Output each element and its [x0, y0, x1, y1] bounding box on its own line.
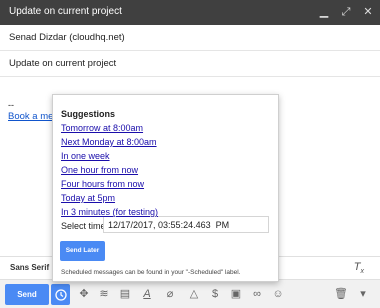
signature-separator: --	[8, 100, 14, 110]
recipients-field[interactable]: Senad Dizdar (cloudhq.net)	[0, 25, 380, 51]
suggestions-heading: Suggestions	[61, 109, 116, 119]
suggestion-link[interactable]: In one week	[61, 151, 110, 161]
compose-toolbar: Send ✥ ≋ ▤ A ⌀ △ $ ▣ ∞ ☺ 🗑 ▾	[0, 279, 380, 308]
schedule-popup: Suggestions Tomorrow at 8:00am Next Mond…	[52, 94, 279, 282]
minimize-icon[interactable]: ▁	[318, 5, 330, 19]
suggestion-link[interactable]: Today at 5pm	[61, 193, 115, 203]
attach-icon[interactable]: ⌀	[163, 287, 177, 301]
window-title: Update on current project	[9, 6, 122, 17]
recipient-chip[interactable]: Senad Dizdar (cloudhq.net)	[9, 32, 125, 43]
font-select[interactable]: Sans Serif	[10, 263, 49, 272]
wifi-icon[interactable]: ≋	[97, 287, 111, 301]
expand-icon[interactable]: ⤢	[340, 5, 352, 19]
drag-icon[interactable]: ✥	[77, 287, 91, 301]
more-options-icon[interactable]: ▾	[356, 287, 370, 301]
template-icon[interactable]: ▤	[118, 287, 132, 301]
photo-icon[interactable]: ▣	[229, 287, 243, 301]
subject-field[interactable]: Update on current project	[0, 51, 380, 77]
suggestion-link[interactable]: One hour from now	[61, 165, 138, 175]
select-time-input[interactable]	[103, 216, 269, 233]
emoji-icon[interactable]: ☺	[271, 287, 285, 301]
close-icon[interactable]: ✕	[362, 5, 374, 19]
suggestion-link[interactable]: Four hours from now	[61, 179, 144, 189]
schedule-clock-icon	[54, 288, 67, 301]
suggestion-link[interactable]: In 3 minutes (for testing)	[61, 207, 158, 217]
text-format-icon[interactable]: A	[140, 287, 154, 301]
trash-icon[interactable]: 🗑	[334, 287, 348, 301]
link-icon[interactable]: ∞	[250, 287, 264, 301]
suggestion-link[interactable]: Tomorrow at 8:00am	[61, 123, 143, 133]
select-time-label: Select time:	[61, 221, 109, 231]
send-later-button[interactable]: Send Later	[60, 241, 105, 261]
subject-text[interactable]: Update on current project	[9, 58, 116, 69]
drive-icon[interactable]: △	[187, 287, 201, 301]
compose-window: Update on current project ▁ ⤢ ✕ Senad Di…	[0, 0, 380, 308]
send-button[interactable]: Send	[5, 284, 49, 305]
clear-formatting-icon[interactable]: Tx	[354, 261, 364, 275]
money-icon[interactable]: $	[208, 287, 222, 301]
scheduled-note: Scheduled messages can be found in your …	[61, 269, 241, 276]
suggestion-link[interactable]: Next Monday at 8:00am	[61, 137, 157, 147]
schedule-send-button[interactable]	[51, 284, 70, 305]
compose-titlebar[interactable]: Update on current project ▁ ⤢ ✕	[0, 0, 380, 25]
